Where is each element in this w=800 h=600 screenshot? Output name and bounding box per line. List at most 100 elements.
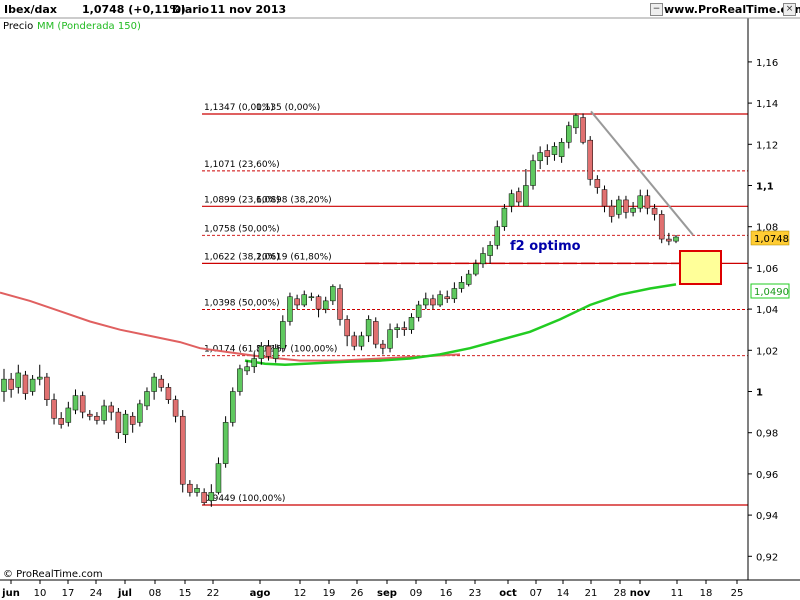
candle-body — [265, 345, 272, 357]
candle-body — [501, 207, 508, 227]
level-label: 0,9449 (100,00%) — [204, 494, 285, 504]
candle-body — [594, 179, 601, 188]
y-tick-label: 1,14 — [756, 99, 778, 110]
candle-body — [666, 238, 672, 242]
x-tick-label: 24 — [90, 588, 103, 599]
candle-body — [108, 405, 114, 413]
candle-body — [94, 415, 100, 421]
candle-body — [351, 335, 358, 347]
price-legend: Precio — [3, 21, 34, 32]
candle-body — [430, 298, 436, 306]
candle-body — [394, 327, 400, 330]
candle-body — [222, 422, 229, 464]
candle-body — [523, 185, 529, 207]
candle-body — [408, 317, 415, 330]
candle-body — [415, 304, 422, 318]
candle-body — [465, 273, 472, 285]
candle-body — [530, 160, 536, 186]
level-label-alt: 1,0619 (61,80%) — [256, 252, 332, 262]
x-tick-label: 08 — [149, 588, 162, 599]
y-tick-label: 1,04 — [756, 305, 778, 316]
candle-body — [79, 395, 86, 413]
candle-body — [315, 296, 322, 310]
annotation-text: f2 optimo — [510, 239, 581, 254]
candle-body — [537, 152, 543, 162]
candle-body — [8, 378, 14, 390]
candle-body — [623, 199, 629, 213]
candle-body — [573, 115, 579, 129]
candle-body — [36, 376, 43, 380]
candle-body — [630, 207, 636, 213]
candle-body — [115, 411, 122, 433]
candle-body — [230, 391, 236, 423]
collapse-icon[interactable]: − — [650, 3, 663, 16]
price-tag-text: 1,0748 — [754, 234, 789, 245]
candle-body — [487, 244, 493, 256]
candle-body — [322, 300, 329, 310]
candle-body — [401, 327, 408, 330]
candle-body — [330, 286, 336, 302]
x-tick-label: ago — [250, 588, 271, 599]
x-tick-label: jun — [1, 588, 20, 599]
fibonacci-levels: 1,1347 (0,00%)1,135 (0,00%)1,1071 (23,60… — [202, 103, 748, 506]
x-tick-label: 12 — [294, 588, 307, 599]
site-label: www.ProRealTime.com — [664, 3, 800, 16]
x-tick-label: 26 — [351, 588, 364, 599]
level-label: 1,0758 (50,00%) — [204, 224, 280, 234]
candle-body — [194, 488, 200, 493]
candle-body — [437, 294, 443, 306]
axes: 1,16 1,14 1,12 1,1 1,08 1,06 1,04 1,02 1 0,98 0,96… — [0, 17, 800, 599]
level-label-alt: 1,135 (0,00%) — [256, 103, 320, 113]
x-tick-label: 14 — [557, 588, 570, 599]
y-tick-label: 0,94 — [756, 511, 778, 522]
candle-body — [658, 214, 665, 240]
level-label: 1,1071 (23,60%) — [204, 160, 280, 170]
candle-body — [494, 226, 501, 246]
ma-tag-text: 1,0490 — [754, 287, 789, 298]
candle-body — [308, 296, 315, 298]
candle-body — [616, 199, 622, 215]
period: Diario — [172, 3, 210, 16]
candle-body — [101, 405, 107, 421]
x-tick-label: 23 — [469, 588, 482, 599]
candle-body — [280, 321, 286, 349]
candle-body — [372, 321, 379, 345]
candle-body — [337, 288, 343, 320]
candle-body — [22, 374, 29, 394]
x-tick-label: nov — [630, 588, 651, 599]
candle-body — [172, 399, 179, 417]
candle-body — [72, 395, 79, 411]
candle-body — [208, 492, 215, 501]
x-tick-label: jul — [117, 588, 132, 599]
candle-body — [451, 288, 458, 300]
x-tick-label: 09 — [410, 588, 423, 599]
x-tick-label: oct — [499, 588, 517, 599]
candle-body — [65, 407, 72, 423]
candle-body — [165, 387, 172, 400]
candle-body — [151, 376, 157, 392]
x-tick-label: 07 — [530, 588, 543, 599]
candle-body — [237, 368, 243, 392]
close-icon[interactable]: × — [783, 3, 796, 16]
x-tick-label: sep — [377, 588, 397, 599]
candle-body — [458, 282, 465, 289]
candle-body — [258, 345, 265, 359]
candle-body — [558, 141, 565, 157]
x-tick-label: 18 — [700, 588, 713, 599]
x-tick-label: 22 — [207, 588, 220, 599]
candle-body — [644, 195, 651, 209]
candle-body — [158, 378, 165, 388]
y-tick-label: 1,08 — [756, 223, 778, 234]
candle-body — [251, 358, 257, 368]
candle-body — [387, 329, 393, 349]
candle-body — [129, 415, 136, 425]
candle-body — [201, 492, 207, 503]
candle-body — [301, 294, 308, 306]
price-chart[interactable]: 1,1347 (0,00%)1,135 (0,00%)1,1071 (23,60… — [0, 0, 800, 600]
candle-body — [480, 253, 486, 265]
candle-body — [358, 335, 365, 347]
candle-body — [651, 207, 658, 215]
candle-body — [187, 483, 193, 493]
y-tick-label: 1,12 — [756, 140, 778, 151]
y-tick-label: 1,16 — [756, 58, 778, 69]
